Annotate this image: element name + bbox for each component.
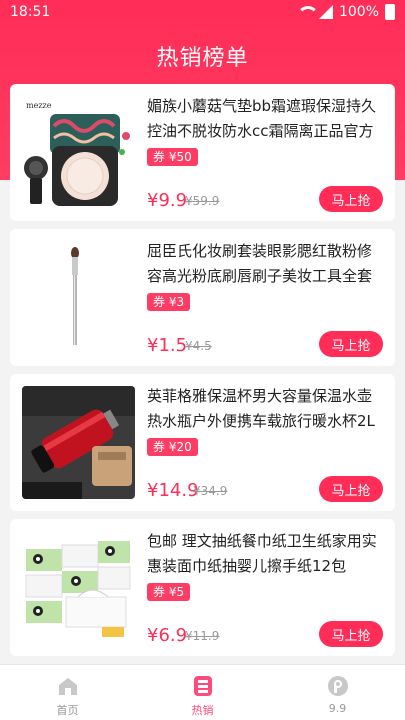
product-info: 屈臣氏化妆刷套装眼影腮红散粉修容高光粉底刷唇刷子美妆工具全套 券 ¥3 ¥1.5… <box>147 239 385 359</box>
price-tag-icon <box>327 676 348 696</box>
product-image-tissue[interactable] <box>22 531 135 644</box>
product-list: mezze 媚族小蘑菇气垫bb霜遮瑕保湿持久控油不脱妆防水cc霜隔离正品官方 券… <box>10 84 395 664</box>
price-row: ¥1.5 ¥4.5 马上抢 <box>147 329 385 359</box>
buy-now-button[interactable]: 马上抢 <box>319 476 383 502</box>
battery-percent: 100% <box>338 4 379 20</box>
hot-sale-icon <box>193 676 212 696</box>
buy-now-button[interactable]: 马上抢 <box>319 331 383 357</box>
wifi-icon <box>296 6 319 18</box>
status-bar: 18:51 100% <box>0 0 405 24</box>
product-card[interactable]: 英菲格雅保温杯男大容量保温水壶热水瓶户外便携车载旅行暖水杯2L 券 ¥20 ¥1… <box>10 374 395 511</box>
product-image-brush[interactable] <box>22 241 135 354</box>
brand-logo-text: mezze <box>26 101 52 110</box>
product-card[interactable]: mezze 媚族小蘑菇气垫bb霜遮瑕保湿持久控油不脱妆防水cc霜隔离正品官方 券… <box>10 84 395 221</box>
price-row: ¥14.9 ¥34.9 马上抢 <box>147 474 385 504</box>
product-image-thermos[interactable] <box>22 386 135 499</box>
cushion-image: mezze <box>22 96 135 209</box>
coupon-badge: 券 ¥20 <box>147 438 198 456</box>
tab-label: 首页 <box>56 704 79 717</box>
product-name[interactable]: 包邮 理文抽纸餐巾纸卫生纸家用实惠装面巾纸抽婴儿擦手纸12包 <box>147 529 385 579</box>
product-name[interactable]: 屈臣氏化妆刷套装眼影腮红散粉修容高光粉底刷唇刷子美妆工具全套 <box>147 239 385 289</box>
coupon-badge: 券 ¥3 <box>147 293 191 311</box>
thermos-image <box>22 386 135 499</box>
product-card[interactable]: 屈臣氏化妆刷套装眼影腮红散粉修容高光粉底刷唇刷子美妆工具全套 券 ¥3 ¥1.5… <box>10 229 395 366</box>
current-price: ¥6.9 <box>147 625 188 646</box>
product-card[interactable]: 包邮 理文抽纸餐巾纸卫生纸家用实惠装面巾纸抽婴儿擦手纸12包 券 ¥5 ¥6.9… <box>10 519 395 656</box>
current-price: ¥9.9 <box>147 190 188 211</box>
coupon-badge: 券 ¥5 <box>147 583 191 601</box>
product-name[interactable]: 英菲格雅保温杯男大容量保温水壶热水瓶户外便携车载旅行暖水杯2L <box>147 384 385 434</box>
coupon-badge: 券 ¥50 <box>147 148 198 166</box>
product-info: 英菲格雅保温杯男大容量保温水壶热水瓶户外便携车载旅行暖水杯2L 券 ¥20 ¥1… <box>147 384 385 504</box>
status-icons: 100% <box>296 4 395 20</box>
tab-label: 9.9 <box>328 702 347 715</box>
tab-price-99[interactable]: 9.9 <box>270 665 405 720</box>
original-price: ¥11.9 <box>185 629 220 643</box>
product-info: 包邮 理文抽纸餐巾纸卫生纸家用实惠装面巾纸抽婴儿擦手纸12包 券 ¥5 ¥6.9… <box>147 529 385 649</box>
tab-home[interactable]: 首页 <box>0 665 135 720</box>
current-price: ¥14.9 <box>147 480 199 501</box>
buy-now-button[interactable]: 马上抢 <box>319 186 383 212</box>
tissue-image <box>22 531 135 644</box>
signal-icon <box>318 5 333 19</box>
page-title: 热销榜单 <box>156 46 249 71</box>
product-image-cushion[interactable]: mezze <box>22 96 135 209</box>
tab-label: 热销 <box>191 704 214 717</box>
product-info: 媚族小蘑菇气垫bb霜遮瑕保湿持久控油不脱妆防水cc霜隔离正品官方 券 ¥50 ¥… <box>147 94 385 214</box>
original-price: ¥4.5 <box>185 339 212 353</box>
status-time: 18:51 <box>10 4 51 20</box>
price-row: ¥6.9 ¥11.9 马上抢 <box>147 619 385 649</box>
price-row: ¥9.9 ¥59.9 马上抢 <box>147 184 385 214</box>
home-icon <box>58 678 77 695</box>
current-price: ¥1.5 <box>147 335 188 356</box>
original-price: ¥34.9 <box>193 484 228 498</box>
original-price: ¥59.9 <box>185 194 220 208</box>
buy-now-button[interactable]: 马上抢 <box>319 621 383 647</box>
brush-image <box>22 241 135 354</box>
battery-icon <box>385 4 395 20</box>
product-name[interactable]: 媚族小蘑菇气垫bb霜遮瑕保湿持久控油不脱妆防水cc霜隔离正品官方 <box>147 94 385 144</box>
bottom-tab-bar: 首页 热销 9.9 <box>0 664 405 720</box>
tab-hot-sale[interactable]: 热销 <box>135 665 270 720</box>
